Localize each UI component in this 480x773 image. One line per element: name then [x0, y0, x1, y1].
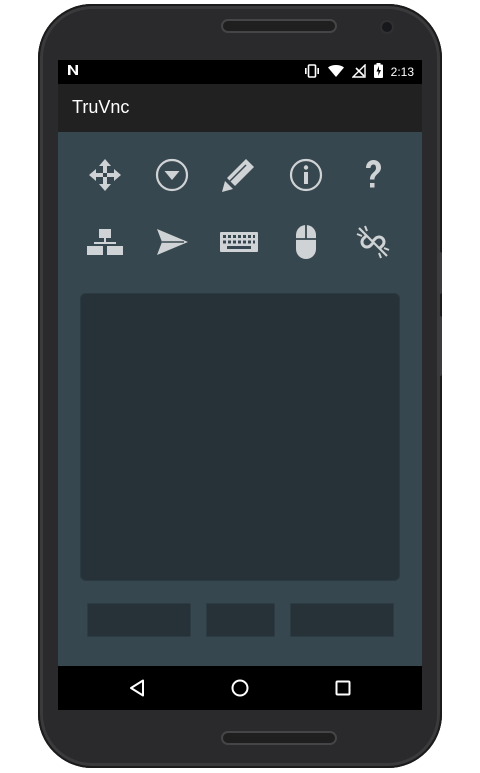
pencil-icon[interactable] [219, 155, 259, 195]
front-camera [382, 22, 392, 32]
keyboard-icon[interactable] [219, 222, 259, 262]
clock: 2:13 [390, 65, 414, 79]
screen: 2:13 TruVnc [58, 60, 422, 710]
home-icon[interactable] [226, 674, 254, 702]
network-icon[interactable] [85, 222, 125, 262]
no-signal-icon [350, 62, 366, 81]
top-speaker [221, 19, 337, 33]
app-title: TruVnc [72, 97, 130, 117]
navigation-bar [58, 666, 422, 710]
back-icon[interactable] [124, 674, 152, 702]
left-mouse-button[interactable] [87, 603, 191, 637]
power-button [437, 316, 442, 376]
right-mouse-button[interactable] [290, 603, 394, 637]
vibrate-icon [304, 63, 320, 81]
touchpad[interactable] [80, 293, 400, 581]
volume-button [437, 252, 442, 294]
disconnect-icon[interactable] [353, 222, 393, 262]
info-icon[interactable] [286, 155, 326, 195]
mouse-icon[interactable] [286, 222, 326, 262]
dropdown-circle-icon[interactable] [152, 155, 192, 195]
help-icon[interactable] [353, 155, 393, 195]
n-icon [66, 63, 80, 80]
send-icon[interactable] [152, 222, 192, 262]
bottom-speaker [221, 731, 337, 745]
move-icon[interactable] [85, 155, 125, 195]
middle-mouse-button[interactable] [206, 603, 275, 637]
recents-icon[interactable] [329, 674, 357, 702]
main-content [58, 132, 422, 666]
wifi-icon [327, 64, 344, 81]
status-bar: 2:13 [58, 60, 422, 84]
battery-charging-icon [373, 63, 383, 81]
app-bar: TruVnc [58, 84, 422, 132]
